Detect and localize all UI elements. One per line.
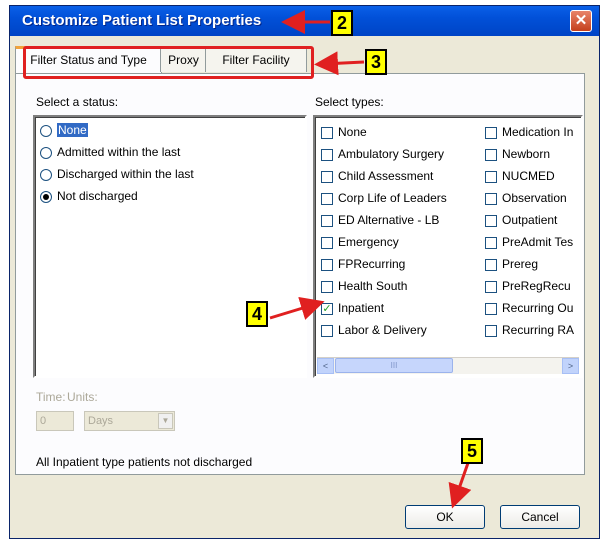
arrow-3 — [314, 51, 365, 76]
arrow-5 — [448, 462, 472, 509]
annotation-arrows — [269, 10, 472, 509]
callout-4: 4 — [246, 301, 268, 327]
callout-3: 3 — [365, 49, 387, 75]
callout-5: 5 — [461, 438, 483, 464]
callout-2: 2 — [331, 10, 353, 36]
arrow-4 — [269, 296, 325, 320]
